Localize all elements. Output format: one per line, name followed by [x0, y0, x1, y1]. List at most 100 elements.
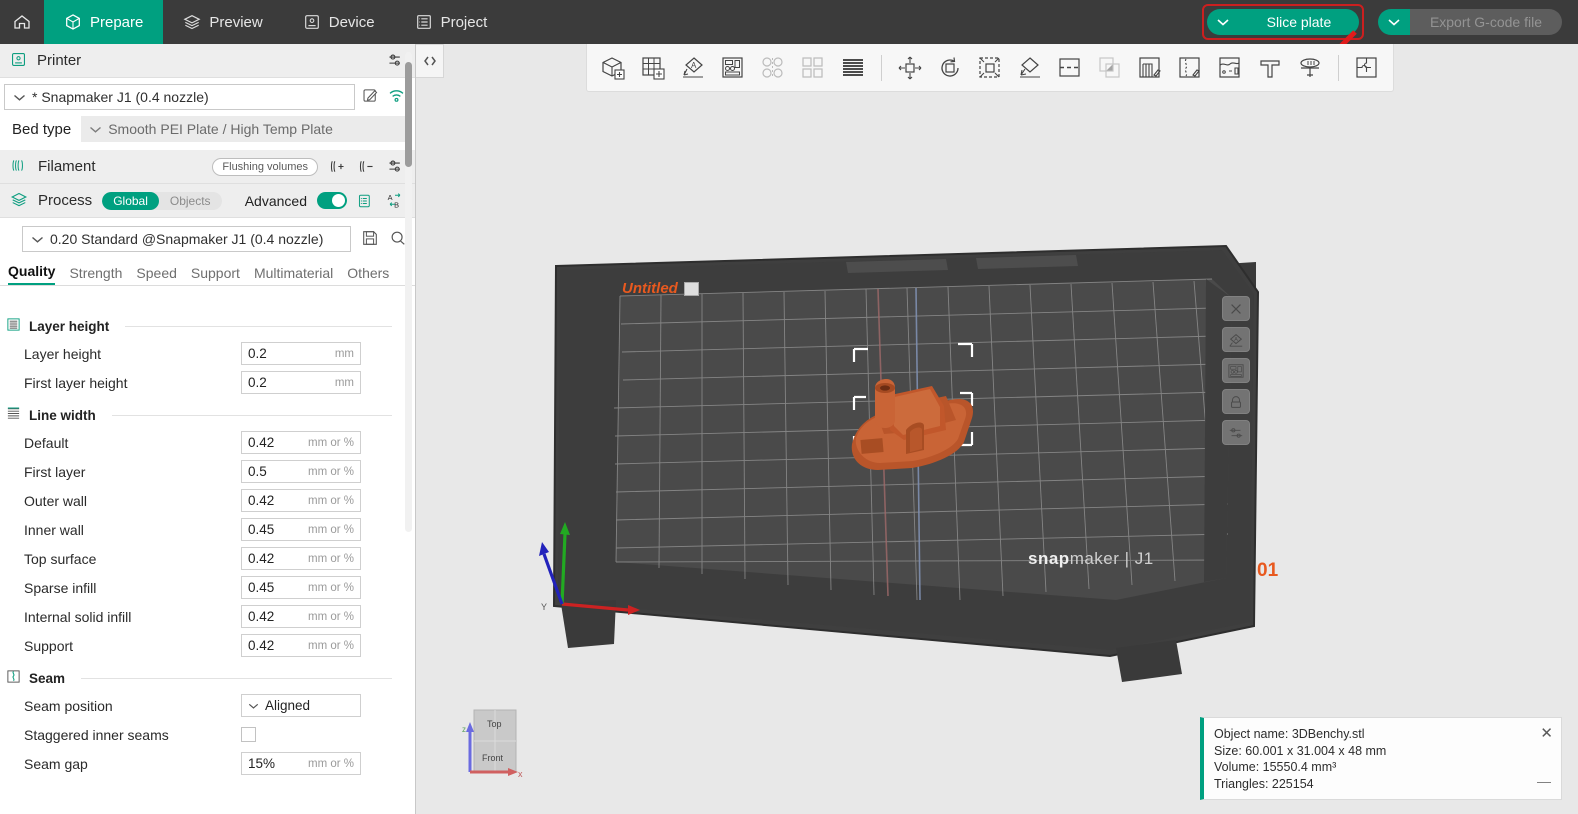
settings-scrollbar-thumb[interactable]: [405, 62, 412, 167]
home-button[interactable]: [0, 0, 44, 44]
settings-list: Layer height Layer height 0.2 mm First layer…: [0, 308, 415, 814]
layer-height-icon: [6, 317, 21, 335]
minimize-icon[interactable]: —: [1537, 773, 1551, 790]
bed-type-row: Bed type Smooth PEI Plate / High Temp Pl…: [0, 112, 415, 150]
tab-project-label: Project: [440, 13, 488, 31]
layers-icon: [183, 13, 201, 31]
settings-group-title: Seam: [29, 670, 66, 686]
setting-input[interactable]: 15% mm or %: [241, 752, 361, 775]
slice-plate-button-group[interactable]: Slice plate: [1206, 9, 1359, 35]
export-gcode-caret[interactable]: [1377, 9, 1410, 35]
topbar-actions: Slice plate Export G-code file: [1201, 0, 1578, 44]
settings-list-icon[interactable]: [357, 192, 375, 210]
close-icon[interactable]: ✕: [1540, 725, 1553, 743]
edit-plate-icon[interactable]: [683, 281, 699, 296]
view-orientation-cube[interactable]: Top Front x z: [456, 706, 524, 780]
setting-unit: mm or %: [308, 523, 354, 536]
setting-checkbox[interactable]: [241, 727, 256, 742]
setting-value: 15%: [248, 756, 276, 771]
setting-input[interactable]: 0.42 mm or %: [241, 489, 361, 512]
setting-input[interactable]: 0.45 mm or %: [241, 518, 361, 541]
setting-label: Default: [24, 434, 69, 451]
setting-value: 0.42: [248, 493, 275, 508]
setting-label: Layer height: [24, 345, 102, 362]
process-preset-select[interactable]: 0.20 Standard @Snapmaker J1 (0.4 nozzle): [22, 226, 351, 252]
chevron-down-icon: [31, 231, 44, 247]
setting-input[interactable]: 0.2 mm: [241, 371, 361, 394]
setting-row: Internal solid infill 0.42 mm or %: [0, 602, 415, 631]
settings-group-title: Layer height: [29, 318, 110, 334]
setting-value: Aligned: [265, 698, 311, 713]
bed-brand-bold: snap: [1028, 549, 1070, 568]
settings-group-header: Line width: [0, 397, 415, 428]
setting-unit: mm or %: [308, 494, 354, 507]
edit-pencil-icon[interactable]: [361, 86, 380, 108]
setting-row: Default 0.42 mm or %: [0, 428, 415, 457]
compare-ab-icon[interactable]: AB: [385, 192, 405, 210]
tab-strength[interactable]: Strength: [69, 265, 122, 285]
setting-label: Seam position: [24, 697, 113, 714]
arrange-icon[interactable]: [1222, 358, 1250, 383]
setting-row: Staggered inner seams: [0, 720, 415, 749]
setting-input[interactable]: 0.2 mm: [241, 342, 361, 365]
setting-value: 0.42: [248, 551, 275, 566]
cube-hex-icon: [64, 13, 82, 31]
plate-number-label: 01: [1257, 560, 1279, 581]
delete-icon[interactable]: [1222, 296, 1250, 321]
printer-icon: [303, 13, 321, 31]
flushing-volumes-button[interactable]: Flushing volumes: [212, 157, 318, 176]
tab-speed[interactable]: Speed: [136, 265, 176, 285]
tab-support[interactable]: Support: [191, 265, 240, 285]
setting-unit: mm or %: [308, 757, 354, 770]
setting-value: 0.45: [248, 580, 275, 595]
chevron-down-icon: [248, 698, 259, 713]
printer-preset-value: * Snapmaker J1 (0.4 nozzle): [32, 89, 209, 105]
tab-multimaterial[interactable]: Multimaterial: [254, 265, 333, 285]
auto-orient-icon[interactable]: A: [1222, 327, 1250, 352]
printer-settings-icon[interactable]: [386, 51, 405, 70]
plate-name-text: Untitled: [622, 280, 678, 297]
setting-unit: mm: [334, 347, 354, 360]
filament-settings-icon[interactable]: [386, 157, 405, 176]
tab-project[interactable]: Project: [395, 0, 508, 44]
wifi-icon[interactable]: [386, 86, 407, 108]
main-nav: Prepare Preview Device Project: [44, 0, 507, 44]
slice-plate-caret[interactable]: [1206, 9, 1239, 35]
setting-value: 0.45: [248, 522, 275, 537]
setting-input[interactable]: 0.42 mm or %: [241, 431, 361, 454]
tab-others[interactable]: Others: [347, 265, 389, 285]
slice-plate-button[interactable]: Slice plate: [1238, 9, 1359, 35]
setting-input[interactable]: 0.5 mm or %: [241, 460, 361, 483]
printer-preset-select[interactable]: * Snapmaker J1 (0.4 nozzle): [4, 84, 355, 110]
setting-select[interactable]: Aligned: [241, 694, 361, 717]
setting-input[interactable]: 0.45 mm or %: [241, 576, 361, 599]
tab-preview[interactable]: Preview: [163, 0, 282, 44]
bed-brand-light: maker | J1: [1069, 549, 1154, 568]
svg-text:B: B: [394, 200, 399, 209]
lock-icon[interactable]: [1222, 389, 1250, 414]
printer-preset-row: * Snapmaker J1 (0.4 nozzle): [0, 78, 415, 112]
setting-row: First layer height 0.2 mm: [0, 368, 415, 397]
tab-prepare[interactable]: Prepare: [44, 0, 164, 44]
scope-objects-option[interactable]: Objects: [159, 192, 222, 210]
setting-label: First layer height: [24, 374, 128, 391]
filament-add-icon[interactable]: [328, 157, 347, 176]
save-icon[interactable]: [361, 229, 379, 250]
bed-type-select[interactable]: Smooth PEI Plate / High Temp Plate: [81, 116, 407, 142]
tab-device[interactable]: Device: [283, 0, 395, 44]
export-gcode-button-group[interactable]: Export G-code file: [1377, 9, 1562, 35]
setting-input[interactable]: 0.42 mm or %: [241, 605, 361, 628]
scope-global-option[interactable]: Global: [102, 191, 159, 210]
setting-label: Seam gap: [24, 755, 88, 772]
setting-input[interactable]: 0.42 mm or %: [241, 634, 361, 657]
tab-preview-label: Preview: [209, 13, 263, 31]
3d-scene[interactable]: Y: [416, 44, 1578, 814]
setting-input[interactable]: 0.42 mm or %: [241, 547, 361, 570]
home-icon: [14, 15, 30, 29]
tab-quality[interactable]: Quality: [8, 263, 56, 285]
plate-name-label[interactable]: Untitled: [622, 280, 699, 297]
plate-settings-icon[interactable]: [1222, 420, 1250, 445]
advanced-toggle[interactable]: [317, 192, 347, 209]
3d-viewport[interactable]: A Y Untitled snapmaker | J1 01 A Top Fro…: [416, 44, 1578, 814]
filament-remove-icon[interactable]: [357, 157, 376, 176]
